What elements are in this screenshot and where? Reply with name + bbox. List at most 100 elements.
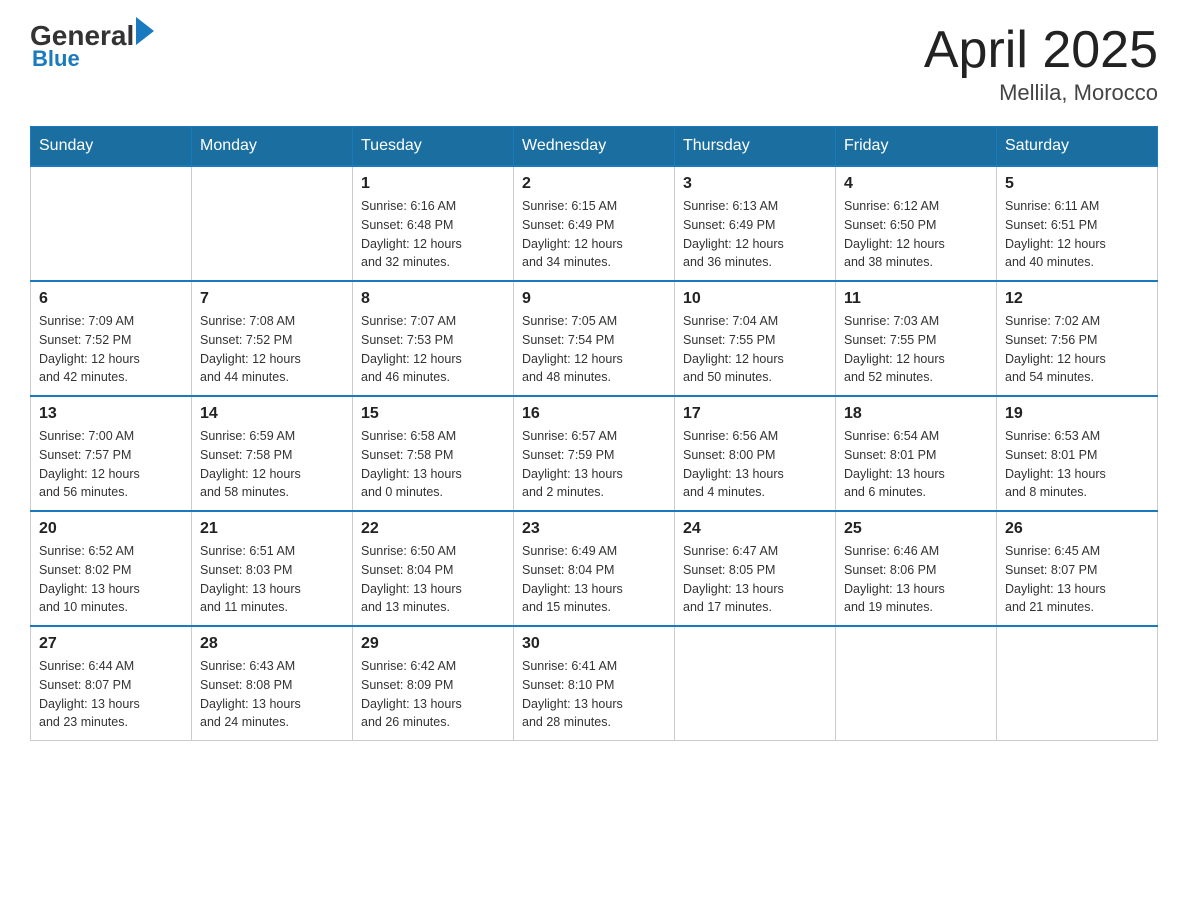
day-info: Sunrise: 6:43 AM Sunset: 8:08 PM Dayligh… — [200, 657, 344, 732]
calendar-cell: 17 Sunrise: 6:56 AM Sunset: 8:00 PM Dayli… — [675, 396, 836, 511]
calendar-cell: 3 Sunrise: 6:13 AM Sunset: 6:49 PM Daylig… — [675, 166, 836, 281]
calendar-cell: 19 Sunrise: 6:53 AM Sunset: 8:01 PM Dayli… — [997, 396, 1158, 511]
calendar-table: SundayMondayTuesdayWednesdayThursdayFrid… — [30, 126, 1158, 741]
day-info: Sunrise: 6:46 AM Sunset: 8:06 PM Dayligh… — [844, 542, 988, 617]
calendar-cell: 11 Sunrise: 7:03 AM Sunset: 7:55 PM Dayli… — [836, 281, 997, 396]
day-info: Sunrise: 6:47 AM Sunset: 8:05 PM Dayligh… — [683, 542, 827, 617]
calendar-cell: 10 Sunrise: 7:04 AM Sunset: 7:55 PM Dayli… — [675, 281, 836, 396]
calendar-cell — [836, 626, 997, 741]
day-number: 15 — [361, 405, 505, 423]
day-number: 13 — [39, 405, 183, 423]
calendar-cell: 25 Sunrise: 6:46 AM Sunset: 8:06 PM Dayli… — [836, 511, 997, 626]
calendar-cell — [31, 166, 192, 281]
day-number: 22 — [361, 520, 505, 538]
day-info: Sunrise: 7:02 AM Sunset: 7:56 PM Dayligh… — [1005, 312, 1149, 387]
calendar-cell: 2 Sunrise: 6:15 AM Sunset: 6:49 PM Daylig… — [514, 166, 675, 281]
logo-blue-text: Blue — [32, 46, 80, 72]
day-number: 17 — [683, 405, 827, 423]
day-info: Sunrise: 6:57 AM Sunset: 7:59 PM Dayligh… — [522, 427, 666, 502]
week-row-1: 1 Sunrise: 6:16 AM Sunset: 6:48 PM Daylig… — [31, 166, 1158, 281]
day-number: 27 — [39, 635, 183, 653]
day-number: 30 — [522, 635, 666, 653]
day-info: Sunrise: 6:50 AM Sunset: 8:04 PM Dayligh… — [361, 542, 505, 617]
day-number: 24 — [683, 520, 827, 538]
calendar-cell: 16Sunrise: 6:57 AM Sunset: 7:59 PM Dayli… — [514, 396, 675, 511]
day-info: Sunrise: 6:15 AM Sunset: 6:49 PM Dayligh… — [522, 197, 666, 272]
title-section: April 2025 Mellila, Morocco — [924, 20, 1158, 106]
day-info: Sunrise: 7:09 AM Sunset: 7:52 PM Dayligh… — [39, 312, 183, 387]
day-header-sunday: Sunday — [31, 127, 192, 167]
calendar-cell: 8Sunrise: 7:07 AM Sunset: 7:53 PM Daylig… — [353, 281, 514, 396]
day-info: Sunrise: 6:41 AM Sunset: 8:10 PM Dayligh… — [522, 657, 666, 732]
day-number: 18 — [844, 405, 988, 423]
day-number: 21 — [200, 520, 344, 538]
day-number: 26 — [1005, 520, 1149, 538]
day-number: 10 — [683, 290, 827, 308]
day-number: 2 — [522, 175, 666, 193]
day-header-saturday: Saturday — [997, 127, 1158, 167]
calendar-cell: 12 Sunrise: 7:02 AM Sunset: 7:56 PM Dayli… — [997, 281, 1158, 396]
day-info: Sunrise: 7:08 AM Sunset: 7:52 PM Dayligh… — [200, 312, 344, 387]
day-info: Sunrise: 6:59 AM Sunset: 7:58 PM Dayligh… — [200, 427, 344, 502]
day-info: Sunrise: 6:54 AM Sunset: 8:01 PM Dayligh… — [844, 427, 988, 502]
calendar-cell: 27 Sunrise: 6:44 AM Sunset: 8:07 PM Dayli… — [31, 626, 192, 741]
day-info: Sunrise: 6:45 AM Sunset: 8:07 PM Dayligh… — [1005, 542, 1149, 617]
day-header-tuesday: Tuesday — [353, 127, 514, 167]
day-number: 4 — [844, 175, 988, 193]
day-number: 29 — [361, 635, 505, 653]
logo: General Blue — [30, 20, 154, 72]
calendar-cell: 28 Sunrise: 6:43 AM Sunset: 8:08 PM Dayli… — [192, 626, 353, 741]
week-row-5: 27 Sunrise: 6:44 AM Sunset: 8:07 PM Dayli… — [31, 626, 1158, 741]
calendar-cell: 24 Sunrise: 6:47 AM Sunset: 8:05 PM Dayli… — [675, 511, 836, 626]
week-row-4: 20Sunrise: 6:52 AM Sunset: 8:02 PM Dayli… — [31, 511, 1158, 626]
day-number: 19 — [1005, 405, 1149, 423]
calendar-cell: 1 Sunrise: 6:16 AM Sunset: 6:48 PM Daylig… — [353, 166, 514, 281]
day-number: 12 — [1005, 290, 1149, 308]
calendar-cell: 7 Sunrise: 7:08 AM Sunset: 7:52 PM Daylig… — [192, 281, 353, 396]
calendar-cell — [192, 166, 353, 281]
day-info: Sunrise: 6:53 AM Sunset: 8:01 PM Dayligh… — [1005, 427, 1149, 502]
day-number: 11 — [844, 290, 988, 308]
day-info: Sunrise: 6:58 AM Sunset: 7:58 PM Dayligh… — [361, 427, 505, 502]
day-info: Sunrise: 6:16 AM Sunset: 6:48 PM Dayligh… — [361, 197, 505, 272]
day-info: Sunrise: 6:56 AM Sunset: 8:00 PM Dayligh… — [683, 427, 827, 502]
week-row-2: 6 Sunrise: 7:09 AM Sunset: 7:52 PM Daylig… — [31, 281, 1158, 396]
day-number: 6 — [39, 290, 183, 308]
calendar-cell — [675, 626, 836, 741]
day-number: 28 — [200, 635, 344, 653]
day-number: 3 — [683, 175, 827, 193]
day-number: 23 — [522, 520, 666, 538]
day-number: 9 — [522, 290, 666, 308]
day-info: Sunrise: 7:07 AM Sunset: 7:53 PM Dayligh… — [361, 312, 505, 387]
day-number: 20 — [39, 520, 183, 538]
calendar-cell: 30 Sunrise: 6:41 AM Sunset: 8:10 PM Dayli… — [514, 626, 675, 741]
calendar-cell: 5Sunrise: 6:11 AM Sunset: 6:51 PM Daylig… — [997, 166, 1158, 281]
day-info: Sunrise: 7:04 AM Sunset: 7:55 PM Dayligh… — [683, 312, 827, 387]
day-number: 14 — [200, 405, 344, 423]
calendar-cell: 20Sunrise: 6:52 AM Sunset: 8:02 PM Dayli… — [31, 511, 192, 626]
calendar-cell: 13 Sunrise: 7:00 AM Sunset: 7:57 PM Dayli… — [31, 396, 192, 511]
day-info: Sunrise: 6:11 AM Sunset: 6:51 PM Dayligh… — [1005, 197, 1149, 272]
day-number: 25 — [844, 520, 988, 538]
calendar-cell: 26 Sunrise: 6:45 AM Sunset: 8:07 PM Dayli… — [997, 511, 1158, 626]
day-number: 7 — [200, 290, 344, 308]
day-info: Sunrise: 7:05 AM Sunset: 7:54 PM Dayligh… — [522, 312, 666, 387]
day-info: Sunrise: 6:51 AM Sunset: 8:03 PM Dayligh… — [200, 542, 344, 617]
day-header-friday: Friday — [836, 127, 997, 167]
calendar-cell: 22 Sunrise: 6:50 AM Sunset: 8:04 PM Dayli… — [353, 511, 514, 626]
day-info: Sunrise: 6:42 AM Sunset: 8:09 PM Dayligh… — [361, 657, 505, 732]
calendar-cell: 14 Sunrise: 6:59 AM Sunset: 7:58 PM Dayli… — [192, 396, 353, 511]
logo-arrow-icon — [136, 17, 154, 45]
day-number: 1 — [361, 175, 505, 193]
calendar-cell: 21 Sunrise: 6:51 AM Sunset: 8:03 PM Dayli… — [192, 511, 353, 626]
day-info: Sunrise: 7:03 AM Sunset: 7:55 PM Dayligh… — [844, 312, 988, 387]
day-info: Sunrise: 7:00 AM Sunset: 7:57 PM Dayligh… — [39, 427, 183, 502]
calendar-cell: 23 Sunrise: 6:49 AM Sunset: 8:04 PM Dayli… — [514, 511, 675, 626]
day-info: Sunrise: 6:49 AM Sunset: 8:04 PM Dayligh… — [522, 542, 666, 617]
day-info: Sunrise: 6:13 AM Sunset: 6:49 PM Dayligh… — [683, 197, 827, 272]
day-info: Sunrise: 6:44 AM Sunset: 8:07 PM Dayligh… — [39, 657, 183, 732]
day-info: Sunrise: 6:12 AM Sunset: 6:50 PM Dayligh… — [844, 197, 988, 272]
calendar-cell: 18 Sunrise: 6:54 AM Sunset: 8:01 PM Dayli… — [836, 396, 997, 511]
day-header-wednesday: Wednesday — [514, 127, 675, 167]
days-header-row: SundayMondayTuesdayWednesdayThursdayFrid… — [31, 127, 1158, 167]
